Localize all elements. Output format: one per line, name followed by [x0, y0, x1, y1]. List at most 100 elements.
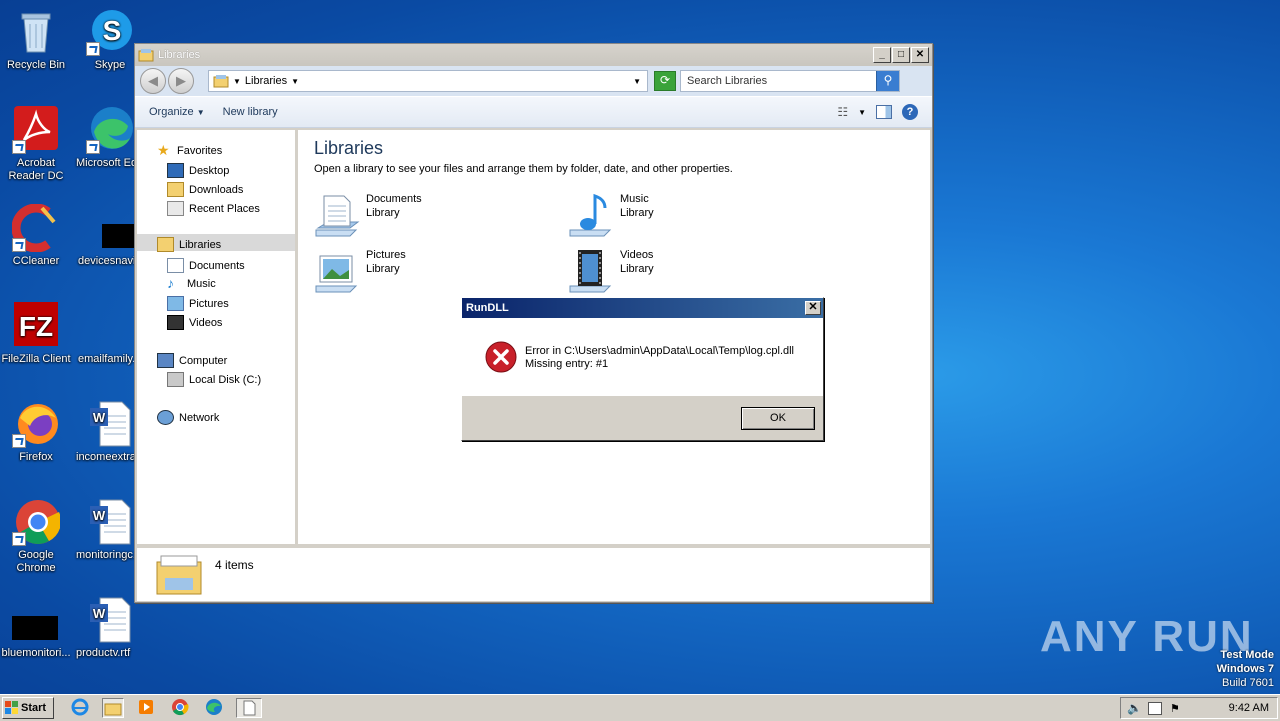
breadcrumb-chevron-icon[interactable]: ▼ — [233, 77, 241, 86]
address-dropdown-icon[interactable]: ▼ — [633, 77, 641, 86]
svg-text:FZ: FZ — [19, 311, 53, 342]
internet-explorer-icon[interactable] — [70, 698, 90, 716]
start-button[interactable]: Start — [2, 697, 54, 719]
nav-computer[interactable]: Computer — [157, 353, 227, 368]
desktop-icon-firefox[interactable]: Firefox — [0, 400, 74, 464]
windows-logo-icon — [5, 701, 18, 714]
desktop-icon-ccleaner[interactable]: CCleaner — [0, 203, 74, 268]
word-document-icon: W — [86, 596, 134, 644]
desktop-icon-recycle-bin[interactable]: Recycle Bin — [0, 8, 74, 72]
desktop-icon-filezilla[interactable]: FZ FileZilla Client — [0, 302, 74, 366]
library-documents[interactable]: Documents Library — [314, 192, 422, 238]
organize-label: Organize — [149, 106, 194, 118]
chevron-down-icon[interactable]: ▼ — [858, 108, 866, 117]
taskbar: Start 🔈 ⚑ 9:42 AM — [0, 694, 1280, 721]
nav-desktop[interactable]: Desktop — [167, 163, 229, 178]
error-icon — [485, 341, 517, 373]
network-icon — [157, 410, 174, 425]
nav-videos[interactable]: Videos — [167, 315, 222, 330]
nav-local-disk[interactable]: Local Disk (C:) — [167, 372, 261, 387]
preview-pane-icon[interactable] — [876, 105, 892, 119]
dialog-close-button[interactable]: ✕ — [805, 301, 821, 315]
desktop-icon-label: bluemonitori... — [1, 647, 71, 659]
refresh-icon[interactable]: ⟳ — [654, 71, 676, 91]
word-document-icon: W — [86, 498, 134, 546]
dialog-titlebar[interactable]: RunDLL ✕ — [462, 298, 823, 318]
address-bar[interactable]: ▼ Libraries ▼ ▼ — [208, 70, 648, 92]
volume-icon[interactable]: 🔈 — [1127, 701, 1142, 715]
desktop-icon-acrobat[interactable]: Acrobat Reader DC — [0, 106, 74, 183]
library-name: Music — [620, 193, 649, 205]
minimize-button[interactable]: _ — [873, 47, 891, 63]
address-bar-row: ◀ ▶ ▼ Libraries ▼ ▼ ⟳ Search Libraries ⚲ — [135, 66, 932, 96]
back-button[interactable]: ◀ — [140, 68, 166, 94]
search-placeholder: Search Libraries — [687, 75, 768, 87]
nav-documents[interactable]: Documents — [167, 258, 245, 273]
file-icon — [12, 596, 60, 644]
nav-downloads[interactable]: Downloads — [167, 182, 243, 197]
document-taskbar-icon[interactable] — [236, 698, 262, 718]
nav-pictures[interactable]: Pictures — [167, 296, 229, 311]
breadcrumb[interactable]: Libraries — [245, 75, 287, 87]
explorer-taskbar-icon[interactable] — [102, 698, 124, 718]
edge-icon[interactable] — [204, 698, 224, 716]
computer-icon — [157, 353, 174, 368]
nav-label: Network — [179, 411, 220, 424]
shortcut-arrow-icon — [12, 140, 26, 154]
library-music[interactable]: Music Library — [568, 192, 654, 238]
nav-label: Pictures — [189, 297, 229, 310]
svg-text:S: S — [103, 15, 122, 46]
desktop-icon-bluemonitori[interactable]: bluemonitori... — [0, 596, 74, 660]
library-type: Library — [620, 207, 654, 219]
ok-button[interactable]: OK — [741, 407, 815, 430]
pictures-icon — [167, 296, 184, 311]
search-input[interactable]: Search Libraries ⚲ — [680, 70, 900, 92]
library-videos[interactable]: Videos Library — [568, 248, 654, 294]
nav-label: Downloads — [189, 183, 244, 196]
nav-recent-places[interactable]: Recent Places — [167, 201, 260, 216]
maximize-button[interactable]: □ — [892, 47, 910, 63]
nav-label: Music — [187, 277, 216, 290]
network-tray-icon[interactable] — [1147, 701, 1162, 715]
organize-button[interactable]: Organize ▼ — [149, 106, 205, 118]
desktop-icon-label: Recycle Bin — [6, 59, 66, 71]
details-pane: 4 items — [137, 547, 930, 601]
chrome-icon[interactable] — [170, 698, 190, 716]
close-button[interactable]: ✕ — [911, 47, 929, 63]
desktop-icon-label: Google Chrome — [16, 549, 56, 574]
firefox-icon — [12, 400, 60, 448]
libraries-icon — [157, 237, 174, 252]
nav-network[interactable]: Network — [157, 410, 219, 425]
forward-button[interactable]: ▶ — [168, 68, 194, 94]
chevron-down-icon[interactable]: ▼ — [291, 77, 299, 86]
nav-label: Desktop — [189, 164, 230, 177]
libraries-large-icon — [156, 555, 202, 595]
nav-libraries[interactable]: Libraries — [157, 237, 221, 252]
music-library-icon — [568, 192, 614, 238]
view-options-icon[interactable]: ☷ — [837, 105, 848, 119]
desktop-icon-productv[interactable]: W productv.rtf — [72, 596, 148, 660]
library-type: Library — [366, 263, 400, 275]
library-name: Documents — [366, 193, 422, 205]
error-message-line2: Missing entry: #1 — [525, 358, 609, 370]
window-titlebar[interactable]: Libraries _ □ ✕ — [135, 44, 932, 66]
library-pictures[interactable]: Pictures Library — [314, 248, 406, 294]
libraries-icon — [138, 49, 154, 62]
help-icon[interactable]: ? — [902, 104, 918, 120]
desktop-icon-chrome[interactable]: Google Chrome — [0, 498, 74, 575]
shortcut-arrow-icon — [86, 140, 100, 154]
nav-label: Documents — [189, 259, 245, 272]
library-name: Videos — [620, 249, 654, 261]
search-icon[interactable]: ⚲ — [876, 71, 899, 91]
library-type: Library — [620, 263, 654, 275]
media-player-icon[interactable] — [136, 698, 156, 716]
libraries-icon — [213, 75, 229, 88]
error-message-line1: Error in C:\Users\admin\AppData\Local\Te… — [525, 345, 795, 357]
clock[interactable]: 9:42 AM — [1229, 702, 1269, 714]
nav-label: Recent Places — [189, 202, 260, 215]
flag-icon[interactable]: ⚑ — [1170, 702, 1180, 715]
nav-music[interactable]: ♪ Music — [167, 276, 216, 290]
nav-favorites[interactable]: ★ Favorites — [157, 143, 222, 157]
new-library-button[interactable]: New library — [223, 106, 278, 118]
system-tray: 🔈 ⚑ 9:42 AM — [1120, 697, 1278, 719]
